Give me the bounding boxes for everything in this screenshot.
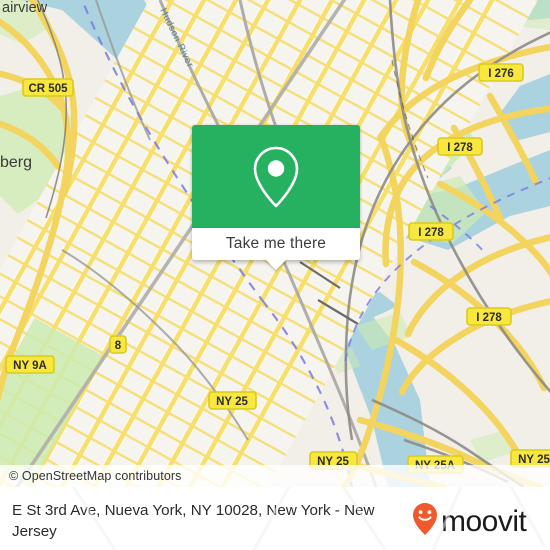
take-me-there-button[interactable]: Take me there bbox=[192, 228, 360, 270]
address-label: E St 3rd Ave, Nueva York, NY 10028, New … bbox=[12, 502, 375, 540]
map-screenshot: airview berg Hudson River CR 505 I 276 I… bbox=[0, 0, 550, 550]
callout-header bbox=[192, 125, 360, 228]
svg-text:moovit: moovit bbox=[441, 505, 528, 538]
map-callout[interactable]: Take me there bbox=[192, 125, 360, 270]
svg-text:I 276: I 276 bbox=[488, 68, 514, 80]
svg-text:I 278: I 278 bbox=[447, 142, 473, 154]
svg-text:NY 25: NY 25 bbox=[216, 396, 248, 408]
moovit-logo[interactable]: moovit bbox=[410, 487, 550, 538]
callout-button-label: Take me there bbox=[225, 235, 327, 252]
callout-tail bbox=[265, 259, 287, 270]
svg-text:8: 8 bbox=[115, 340, 122, 352]
svg-text:I 278: I 278 bbox=[476, 312, 502, 324]
svg-text:airview: airview bbox=[2, 0, 48, 16]
map-pin-icon bbox=[253, 146, 299, 207]
svg-text:CR 505: CR 505 bbox=[29, 83, 69, 95]
moovit-pin-smiley-icon bbox=[413, 503, 437, 535]
moovit-wordmark: moovit bbox=[413, 503, 528, 538]
attribution-text: © OpenStreetMap contributors bbox=[9, 469, 182, 483]
footer-bar: E St 3rd Ave, Nueva York, NY 10028, New … bbox=[0, 487, 550, 550]
map-attribution: © OpenStreetMap contributors bbox=[0, 465, 550, 487]
svg-text:berg: berg bbox=[0, 154, 32, 171]
svg-text:NY 9A: NY 9A bbox=[13, 360, 47, 372]
svg-text:I 278: I 278 bbox=[418, 227, 444, 239]
